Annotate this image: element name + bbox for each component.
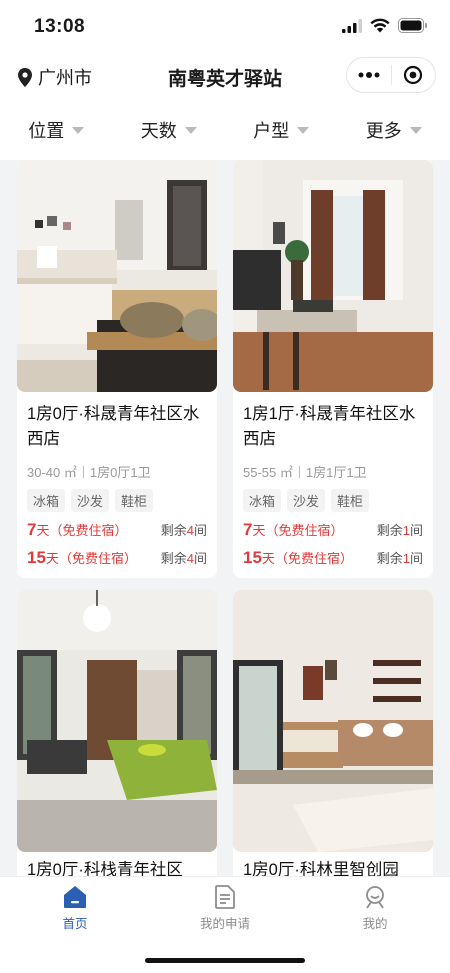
rooms-remaining: 剩余1间	[376, 523, 423, 538]
listing-card[interactable]: 1房1厅·科晟青年社区水西店 55-55 ㎡ 1房1厅1卫 冰箱 沙发 鞋柜 7…	[233, 160, 433, 578]
tab-label: 首页	[62, 917, 88, 931]
offer-unit: 天	[45, 551, 59, 566]
filter-label: 位置	[28, 121, 65, 141]
listing-card[interactable]: 1房0厅·科林里智创园	[233, 590, 433, 876]
battery-icon	[398, 18, 427, 33]
listing-title: 1房0厅·科栈青年社区	[27, 861, 183, 876]
listing-title: 1房0厅·科林里智创园	[243, 861, 399, 876]
rooms-remaining-count: 4	[186, 551, 194, 566]
amenity-tags: 冰箱 沙发 鞋柜	[243, 489, 423, 512]
close-miniprogram-button[interactable]	[391, 57, 435, 93]
amenity-tag: 冰箱	[27, 489, 66, 512]
listing-photo[interactable]	[17, 590, 217, 852]
stay-offer: 7天（免费住宿） 剩余4间	[27, 520, 207, 540]
rooms-remaining-count: 1	[402, 551, 410, 566]
tab-home[interactable]: 首页	[0, 885, 150, 932]
offer-note: （免费住宿）	[265, 523, 344, 538]
caret-down-icon	[409, 126, 422, 134]
amenity-tags: 冰箱 沙发 鞋柜	[27, 489, 207, 512]
listing-title: 1房0厅·科晟青年社区水西店	[27, 405, 200, 448]
offer-unit: 天	[36, 523, 50, 538]
offer-unit: 天	[252, 523, 266, 538]
user-icon	[366, 886, 384, 909]
filter-label: 天数	[140, 121, 177, 141]
status-time: 13:08	[34, 16, 86, 37]
listing-card[interactable]: 1房0厅·科晟青年社区水西店 30-40 ㎡ 1房0厅1卫 冰箱 沙发 鞋柜 7…	[17, 160, 217, 578]
home-icon	[64, 886, 86, 908]
home-indicator	[145, 958, 305, 963]
listing-area: 55-55 ㎡	[243, 465, 293, 480]
offer-note: （免费住宿）	[49, 523, 128, 538]
more-menu-button[interactable]	[347, 57, 391, 93]
listing-layout: 1房0厅1卫	[89, 465, 151, 480]
miniprogram-capsule	[346, 57, 436, 93]
filter-bar: 位置 天数 户型 更多	[0, 100, 450, 160]
listing-photo[interactable]	[233, 160, 433, 392]
tab-label: 我的	[362, 917, 388, 931]
listing-meta: 55-55 ㎡ 1房1厅1卫	[243, 462, 423, 481]
caret-down-icon	[297, 126, 310, 134]
filter-label: 户型	[253, 121, 290, 141]
tab-label: 我的申请	[199, 917, 250, 931]
amenity-tag: 沙发	[71, 489, 110, 512]
stay-offer: 7天（免费住宿） 剩余1间	[243, 520, 423, 540]
meta-divider	[298, 465, 300, 478]
tab-profile[interactable]: 我的	[300, 885, 450, 932]
listing-layout: 1房1厅1卫	[305, 465, 367, 480]
offer-days: 15	[27, 548, 46, 567]
listing-scroll-area[interactable]: 1房0厅·科晟青年社区水西店 30-40 ㎡ 1房0厅1卫 冰箱 沙发 鞋柜 7…	[0, 160, 450, 876]
meta-divider	[82, 465, 84, 478]
offer-note: （免费住宿）	[274, 551, 353, 566]
status-bar: 13:08	[0, 0, 450, 52]
listing-grid: 1房0厅·科晟青年社区水西店 30-40 ㎡ 1房0厅1卫 冰箱 沙发 鞋柜 7…	[17, 160, 433, 876]
amenity-tag: 鞋柜	[115, 489, 154, 512]
listing-card[interactable]: 1房0厅·科栈青年社区	[17, 590, 217, 876]
filter-label: 更多	[365, 121, 402, 141]
listing-photo[interactable]	[233, 590, 433, 852]
offer-days: 15	[243, 548, 262, 567]
listing-title: 1房1厅·科晟青年社区水西店	[243, 405, 416, 448]
target-close-icon	[404, 65, 423, 85]
stay-offer: 15天（免费住宿） 剩余4间	[27, 548, 207, 568]
rooms-remaining-count: 1	[402, 523, 410, 538]
listing-area: 30-40 ㎡	[27, 465, 77, 480]
filter-more[interactable]: 更多	[338, 100, 450, 160]
tab-my-applications[interactable]: 我的申请	[150, 885, 300, 932]
listing-meta: 30-40 ㎡ 1房0厅1卫	[27, 462, 207, 481]
wifi-icon	[370, 18, 390, 33]
more-dots-icon	[358, 72, 380, 78]
amenity-tag: 冰箱	[243, 489, 282, 512]
rooms-remaining-count: 4	[186, 523, 194, 538]
offer-unit: 天	[261, 551, 275, 566]
rooms-remaining: 剩余4间	[160, 523, 207, 538]
amenity-tag: 鞋柜	[331, 489, 370, 512]
amenity-tag: 沙发	[287, 489, 326, 512]
nav-bar: 广州市 南粤英才驿站	[0, 52, 450, 100]
filter-days[interactable]: 天数	[113, 100, 226, 160]
listing-photo[interactable]	[17, 160, 217, 392]
caret-down-icon	[72, 126, 85, 134]
document-icon	[215, 885, 235, 909]
caret-down-icon	[184, 126, 197, 134]
stay-offer: 15天（免费住宿） 剩余1间	[243, 548, 423, 568]
signal-icon	[342, 18, 362, 33]
filter-location[interactable]: 位置	[0, 100, 113, 160]
filter-room-type[interactable]: 户型	[225, 100, 338, 160]
rooms-remaining: 剩余4间	[160, 551, 207, 566]
status-icons	[342, 18, 428, 33]
rooms-remaining: 剩余1间	[376, 551, 423, 566]
offer-note: （免费住宿）	[58, 551, 137, 566]
